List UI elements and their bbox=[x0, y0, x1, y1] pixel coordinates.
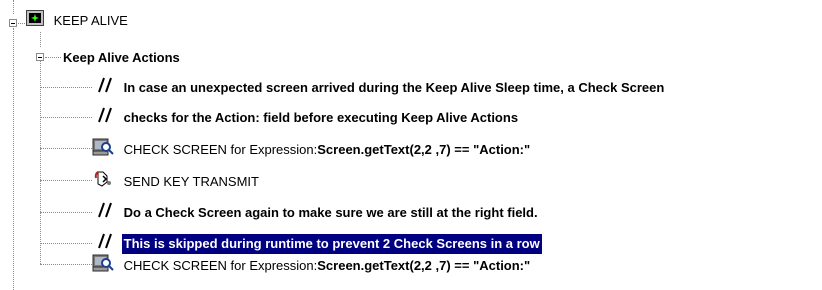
tree-line bbox=[40, 61, 41, 264]
check-screen-expression: Screen.getText(2,2 ,7) == "Action:" bbox=[317, 258, 531, 273]
comment-slashes-icon bbox=[90, 77, 114, 99]
tree-line bbox=[40, 264, 92, 265]
tree-line bbox=[40, 243, 92, 244]
tree-line bbox=[13, 0, 14, 14]
tree-line bbox=[40, 87, 92, 88]
comment-text: Do a Check Screen again to make sure we … bbox=[123, 205, 538, 220]
tree-line bbox=[40, 212, 92, 213]
send-key-icon bbox=[92, 170, 114, 194]
keep-alive-module-icon bbox=[26, 10, 44, 32]
tree-item-comment[interactable]: checks for the Action: field before exec… bbox=[90, 107, 518, 127]
tree-item-check-screen[interactable]: CHECK SCREEN for Expression: Screen.getT… bbox=[92, 138, 530, 158]
send-key-text: SEND KEY TRANSMIT bbox=[123, 174, 259, 189]
tree-item-check-screen[interactable]: CHECK SCREEN for Expression: Screen.getT… bbox=[92, 254, 530, 274]
comment-text-selected: This is skipped during runtime to preven… bbox=[121, 234, 542, 254]
action-tree: KEEP ALIVE Keep Alive Actions In case an… bbox=[0, 0, 822, 290]
tree-line bbox=[40, 117, 92, 118]
tree-item-comment[interactable]: In case an unexpected screen arrived dur… bbox=[90, 77, 664, 97]
tree-line bbox=[18, 23, 25, 24]
tree-line bbox=[40, 32, 41, 47]
check-screen-icon bbox=[92, 254, 114, 278]
tree-item-comment[interactable]: Do a Check Screen again to make sure we … bbox=[90, 202, 538, 222]
tree-node-keep-alive-actions[interactable]: Keep Alive Actions bbox=[63, 47, 180, 67]
tree-node-keep-alive[interactable]: KEEP ALIVE bbox=[26, 10, 128, 30]
tree-item-send-key[interactable]: SEND KEY TRANSMIT bbox=[92, 170, 259, 190]
root-collapse-toggle[interactable] bbox=[9, 19, 17, 27]
check-screen-prefix: CHECK SCREEN for Expression: bbox=[123, 142, 318, 157]
comment-slashes-icon bbox=[90, 202, 114, 224]
tree-line bbox=[45, 57, 61, 58]
tree-line bbox=[40, 148, 92, 149]
check-screen-expression: Screen.getText(2,2 ,7) == "Action:" bbox=[317, 142, 531, 157]
comment-text: checks for the Action: field before exec… bbox=[123, 110, 519, 125]
comment-text: In case an unexpected screen arrived dur… bbox=[123, 80, 665, 95]
tree-line bbox=[40, 180, 92, 181]
tree-node-label: Keep Alive Actions bbox=[63, 49, 180, 65]
tree-item-comment-selected[interactable]: This is skipped during runtime to preven… bbox=[90, 233, 542, 255]
check-screen-prefix: CHECK SCREEN for Expression: bbox=[123, 258, 318, 273]
comment-slashes-icon bbox=[90, 233, 114, 255]
group-collapse-toggle[interactable] bbox=[36, 53, 44, 61]
comment-slashes-icon bbox=[90, 107, 114, 129]
tree-node-label: KEEP ALIVE bbox=[53, 13, 128, 28]
tree-line bbox=[13, 28, 14, 290]
check-screen-icon bbox=[92, 138, 114, 162]
